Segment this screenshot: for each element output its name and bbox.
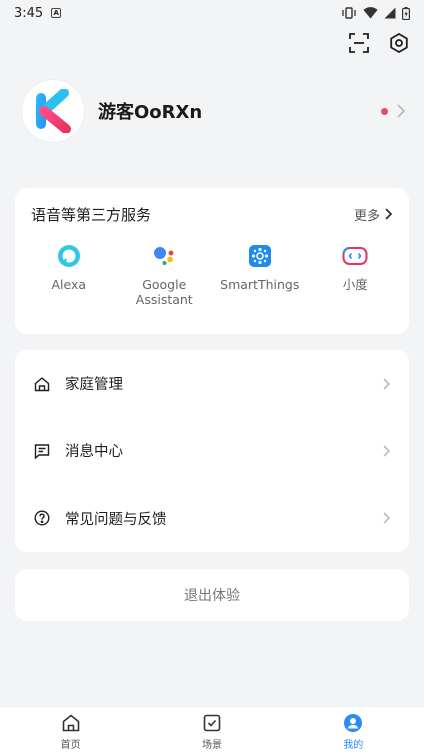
services-card: 语音等第三方服务 更多 Alexa Google Assistant Smart…	[15, 188, 409, 334]
settings-icon	[390, 33, 408, 53]
menu-item-home-management[interactable]: 家庭管理	[15, 350, 409, 417]
battery-icon	[402, 6, 410, 20]
tab-profile[interactable]: 我的	[283, 707, 424, 753]
bottom-tab-bar: 首页 场景 我的	[0, 706, 424, 753]
service-label: SmartThings	[220, 277, 300, 292]
services-header: 语音等第三方服务 更多	[15, 188, 409, 240]
chevron-right-icon	[397, 104, 406, 118]
menu-item-label: 消息中心	[65, 444, 123, 461]
profile-indicators	[381, 103, 406, 119]
avatar[interactable]	[22, 80, 84, 142]
scan-icon	[349, 33, 369, 53]
message-icon	[33, 442, 51, 460]
tab-label: 首页	[60, 740, 81, 751]
menu-card: 家庭管理 消息中心 常见问题与反馈	[15, 350, 409, 552]
logout-label: 退出体验	[184, 588, 240, 604]
brand-logo-icon	[36, 89, 71, 133]
help-icon	[33, 509, 51, 527]
status-bar: 3:45 A	[0, 0, 424, 26]
profile-tab-icon	[344, 714, 363, 732]
settings-button[interactable]	[388, 32, 410, 54]
home-tab-icon	[62, 714, 79, 732]
services-more-button[interactable]: 更多	[354, 205, 393, 224]
home-icon	[33, 375, 51, 393]
top-actions	[348, 32, 410, 54]
scan-button[interactable]	[348, 32, 370, 54]
service-xiaodu[interactable]: 小度	[308, 240, 404, 307]
logout-button[interactable]: 退出体验	[15, 569, 409, 621]
chevron-right-icon	[383, 512, 391, 524]
signal-icon	[384, 7, 396, 19]
username: 游客OoRXn	[98, 102, 203, 123]
tab-label: 我的	[343, 740, 364, 751]
chevron-right-icon	[383, 445, 391, 457]
menu-item-faq-feedback[interactable]: 常见问题与反馈	[15, 485, 409, 552]
menu-item-label: 常见问题与反馈	[65, 511, 167, 528]
service-label: Alexa	[51, 277, 87, 292]
notification-dot	[381, 107, 388, 115]
scene-tab-icon	[203, 714, 221, 732]
services-title: 语音等第三方服务	[31, 205, 152, 224]
chevron-right-icon	[383, 378, 391, 390]
wifi-icon	[363, 7, 378, 19]
services-grid: Alexa Google Assistant SmartThings 小度	[15, 240, 409, 307]
tab-scene[interactable]: 场景	[141, 707, 282, 753]
vibrate-icon	[342, 7, 356, 19]
notification-icon: A	[51, 8, 62, 18]
menu-item-label: 家庭管理	[65, 377, 123, 394]
chevron-right-icon	[385, 208, 393, 220]
profile-header[interactable]: 游客OoRXn	[22, 80, 406, 142]
services-more-label: 更多	[353, 208, 380, 224]
status-icons	[341, 6, 410, 20]
service-smartthings[interactable]: SmartThings	[212, 240, 308, 307]
google-assistant-icon	[150, 242, 178, 270]
menu-item-message-center[interactable]: 消息中心	[15, 417, 409, 484]
service-alexa[interactable]: Alexa	[21, 240, 117, 307]
service-google-assistant[interactable]: Google Assistant	[117, 240, 213, 307]
status-time: 3:45	[14, 5, 44, 21]
alexa-icon	[55, 242, 83, 270]
xiaodu-icon	[341, 242, 369, 270]
smartthings-icon	[246, 242, 274, 270]
service-label: Google Assistant	[135, 277, 193, 307]
service-label: 小度	[342, 277, 368, 292]
tab-label: 场景	[201, 740, 222, 751]
tab-home[interactable]: 首页	[0, 707, 141, 753]
